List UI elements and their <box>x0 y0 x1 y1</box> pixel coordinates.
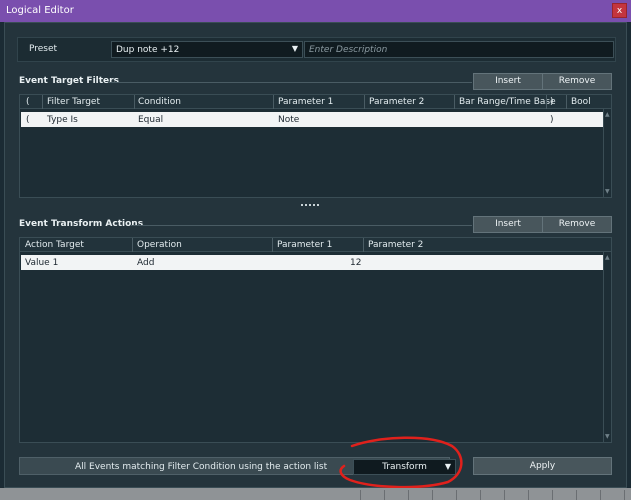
filters-col-condition[interactable]: Condition <box>138 97 181 107</box>
actions-buttons: Insert Remove <box>473 216 612 233</box>
timeline-tick <box>504 490 505 500</box>
scroll-down-icon[interactable]: ▼ <box>605 188 610 195</box>
timeline-tick <box>552 490 553 500</box>
actions-col-action-target[interactable]: Action Target <box>25 240 84 250</box>
scroll-up-icon[interactable]: ▲ <box>605 254 610 261</box>
filters-col-parameter-1[interactable]: Parameter 1 <box>278 97 333 107</box>
filters-col-bool[interactable]: Bool <box>571 97 591 107</box>
filters-col-filter-target[interactable]: Filter Target <box>47 97 100 107</box>
actions-col-parameter-1[interactable]: Parameter 1 <box>277 240 332 250</box>
filters-col-close-paren[interactable]: ) <box>550 97 554 107</box>
cell-filter-target: Type Is <box>47 115 78 125</box>
preset-value: Dup note +12 <box>116 45 180 55</box>
actions-col-parameter-2[interactable]: Parameter 2 <box>368 240 423 250</box>
actions-remove-button[interactable]: Remove <box>543 216 612 233</box>
preset-row: Preset Dup note +12 ▼ <box>17 37 616 62</box>
pane-splitter-handle[interactable] <box>301 204 319 208</box>
actions-table-header: Action Target Operation Parameter 1 Para… <box>20 238 611 252</box>
filters-table: ( Filter Target Condition Parameter 1 Pa… <box>19 94 612 198</box>
cell-close-paren: ) <box>550 115 554 125</box>
cell-parameter-1: Note <box>278 115 300 125</box>
timeline-tick <box>528 490 529 500</box>
timeline-tick <box>576 490 577 500</box>
actions-section-title: Event Transform Actions <box>19 219 144 229</box>
filters-col-parameter-2[interactable]: Parameter 2 <box>369 97 424 107</box>
title-bar: Logical Editor x <box>0 0 631 22</box>
filters-remove-button[interactable]: Remove <box>543 73 612 90</box>
actions-table: Action Target Operation Parameter 1 Para… <box>19 237 612 443</box>
dropdown-arrow-icon: ▼ <box>291 44 298 53</box>
cell-action-target: Value 1 <box>25 258 59 268</box>
timeline-tick <box>408 490 409 500</box>
function-mode-dropdown[interactable]: Transform ▼ <box>353 459 456 475</box>
scroll-up-icon[interactable]: ▲ <box>605 111 610 118</box>
table-row[interactable]: ( Type Is Equal Note ) <box>21 112 603 127</box>
actions-divider <box>131 225 472 226</box>
scroll-down-icon[interactable]: ▼ <box>605 433 610 440</box>
function-mode-value: Transform <box>382 462 427 472</box>
cell-parameter-1: 12 <box>350 258 362 268</box>
logical-editor-window: Preset Dup note +12 ▼ Event Target Filte… <box>4 22 627 488</box>
timeline-tick <box>600 490 601 500</box>
cell-condition: Equal <box>138 115 164 125</box>
close-icon: x <box>616 6 623 16</box>
timeline-tick <box>384 490 385 500</box>
timeline-strip <box>0 488 631 500</box>
preset-label: Preset <box>29 44 58 54</box>
description-input[interactable] <box>304 41 614 58</box>
cell-operation: Add <box>137 258 155 268</box>
timeline-tick <box>480 490 481 500</box>
function-description: All Events matching Filter Condition usi… <box>75 462 328 472</box>
actions-scrollbar[interactable]: ▲ ▼ <box>603 252 611 442</box>
table-row[interactable]: Value 1 Add 12 <box>21 255 603 270</box>
timeline-tick <box>624 490 625 500</box>
filters-scrollbar[interactable]: ▲ ▼ <box>603 109 611 197</box>
filters-col-bar-range[interactable]: Bar Range/Time Base <box>459 97 556 107</box>
close-button[interactable]: x <box>612 3 627 18</box>
filters-divider <box>108 82 472 83</box>
timeline-tick <box>360 490 361 500</box>
preset-dropdown[interactable]: Dup note +12 ▼ <box>111 41 303 58</box>
timeline-tick <box>432 490 433 500</box>
dropdown-arrow-icon: ▼ <box>444 462 451 471</box>
actions-col-operation[interactable]: Operation <box>137 240 182 250</box>
apply-button[interactable]: Apply <box>473 457 612 475</box>
filters-section-title: Event Target Filters <box>19 76 119 86</box>
function-bar: All Events matching Filter Condition usi… <box>19 457 456 475</box>
timeline-tick <box>456 490 457 500</box>
filters-insert-button[interactable]: Insert <box>473 73 543 90</box>
filters-buttons: Insert Remove <box>473 73 612 90</box>
filters-col-open-paren[interactable]: ( <box>26 97 30 107</box>
filters-table-header: ( Filter Target Condition Parameter 1 Pa… <box>20 95 611 109</box>
actions-insert-button[interactable]: Insert <box>473 216 543 233</box>
window-title: Logical Editor <box>6 5 74 16</box>
cell-open-paren: ( <box>26 115 30 125</box>
